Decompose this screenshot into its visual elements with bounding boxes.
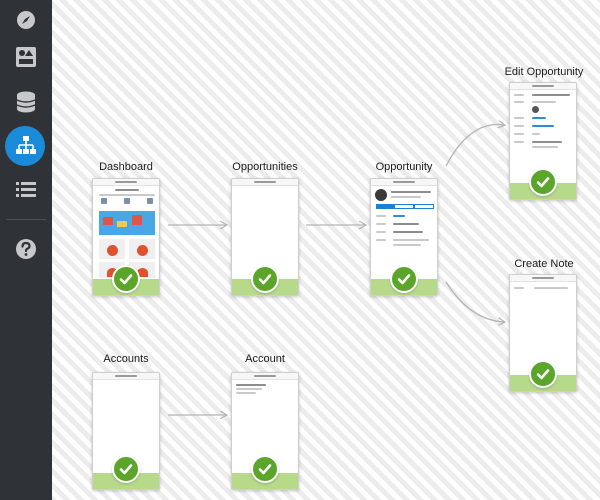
avatar [375,189,387,201]
check-icon [529,168,557,196]
check-icon [112,455,140,483]
dashboard-chart-panel [99,211,155,235]
arrow-opportunity-edit [445,125,504,167]
card-header [510,83,576,90]
stats-row [101,198,153,204]
check-icon [390,265,418,293]
page-label-opportunities: Opportunities [232,161,298,173]
card-header [371,179,437,186]
card-header [93,373,159,380]
page-label-account: Account [245,353,285,365]
segmented-tabs [376,204,434,209]
arrow-opportunity-note [445,281,504,322]
page-label-dashboard: Dashboard [99,161,153,173]
check-icon [251,455,279,483]
check-icon [112,265,140,293]
card-header [232,373,298,380]
card-header [510,275,576,282]
check-icon [251,265,279,293]
card-header [93,179,159,186]
page-label-create-note: Create Note [514,258,574,270]
page-label-edit-opportunity: Edit Opportunity [504,66,584,78]
page-label-opportunity: Opportunity [375,161,433,173]
page-label-accounts: Accounts [103,353,149,365]
card-header [232,179,298,186]
check-icon [529,360,557,388]
